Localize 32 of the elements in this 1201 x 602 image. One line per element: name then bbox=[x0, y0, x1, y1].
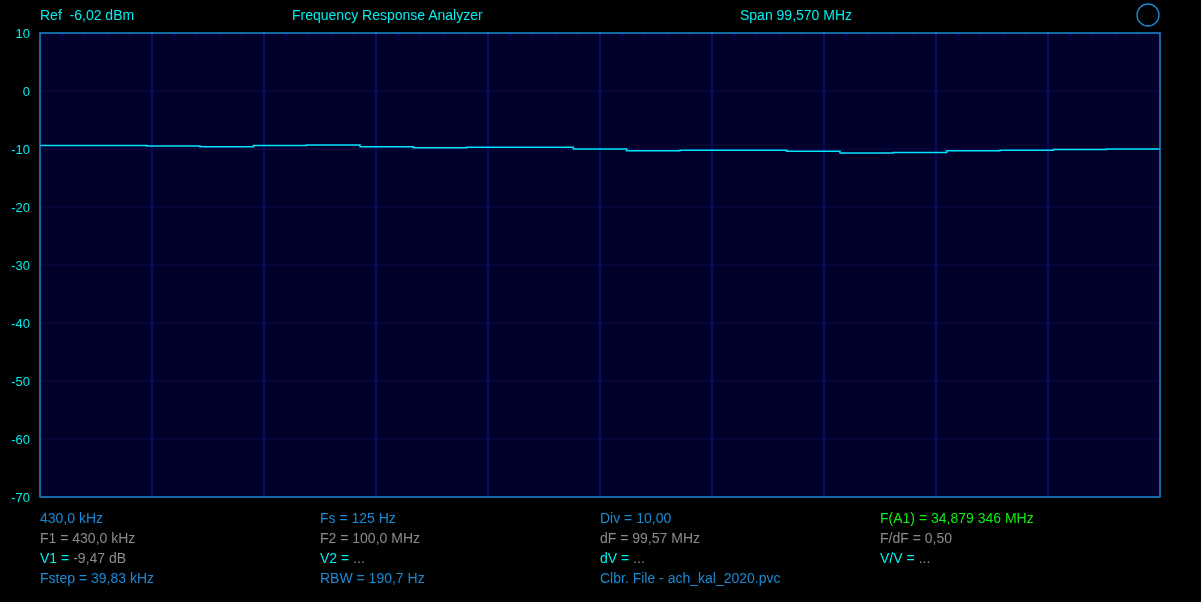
readout-text: RBW = 190,7 Hz bbox=[320, 570, 426, 586]
y-tick-label: 10 bbox=[15, 26, 30, 41]
y-tick-label: -50 bbox=[11, 374, 30, 389]
y-tick-label: -20 bbox=[11, 200, 30, 215]
y-tick-label: -10 bbox=[11, 142, 30, 157]
readout-text: 430,0 kHz bbox=[40, 510, 105, 526]
analyzer-title: Frequency Response Analyzer bbox=[292, 7, 484, 23]
readout-label: dV = bbox=[600, 550, 630, 566]
y-tick-label: 0 bbox=[22, 84, 30, 99]
readout-text: F2 = 100,0 MHz bbox=[320, 530, 421, 546]
y-tick-label: -30 bbox=[11, 258, 30, 273]
readout-text: F(A1) = 34,879 346 MHz bbox=[880, 510, 1035, 526]
reference-level: Ref -6,02 dBm bbox=[40, 7, 136, 23]
readout-text: Fstep = 39,83 kHz bbox=[40, 570, 155, 586]
circle-icon[interactable] bbox=[1136, 3, 1160, 27]
readout-label: V1 = bbox=[40, 550, 70, 566]
readout-value: ... bbox=[918, 550, 931, 566]
readout-text: F/dF = 0,50 bbox=[880, 530, 953, 546]
readout-text: Fs = 125 Hz bbox=[320, 510, 397, 526]
readout-text: dF = 99,57 MHz bbox=[600, 530, 701, 546]
y-tick-label: -40 bbox=[11, 316, 30, 331]
y-tick-label: -60 bbox=[11, 432, 30, 447]
span-readout: Span 99,570 MHz bbox=[740, 7, 853, 23]
readout-value: ... bbox=[633, 550, 645, 566]
y-tick-label: -70 bbox=[11, 490, 30, 505]
readout-text: Clbr. File - ach_kal_2020.pvc bbox=[600, 570, 782, 586]
readout-value: ... bbox=[353, 550, 365, 566]
readout-label: V2 = bbox=[320, 550, 350, 566]
readout-value: -9,47 dB bbox=[73, 550, 127, 566]
readout-text: F1 = 430,0 kHz bbox=[40, 530, 137, 546]
readout-label: V/V = bbox=[880, 550, 915, 566]
readout-text: Div = 10,00 bbox=[600, 510, 673, 526]
